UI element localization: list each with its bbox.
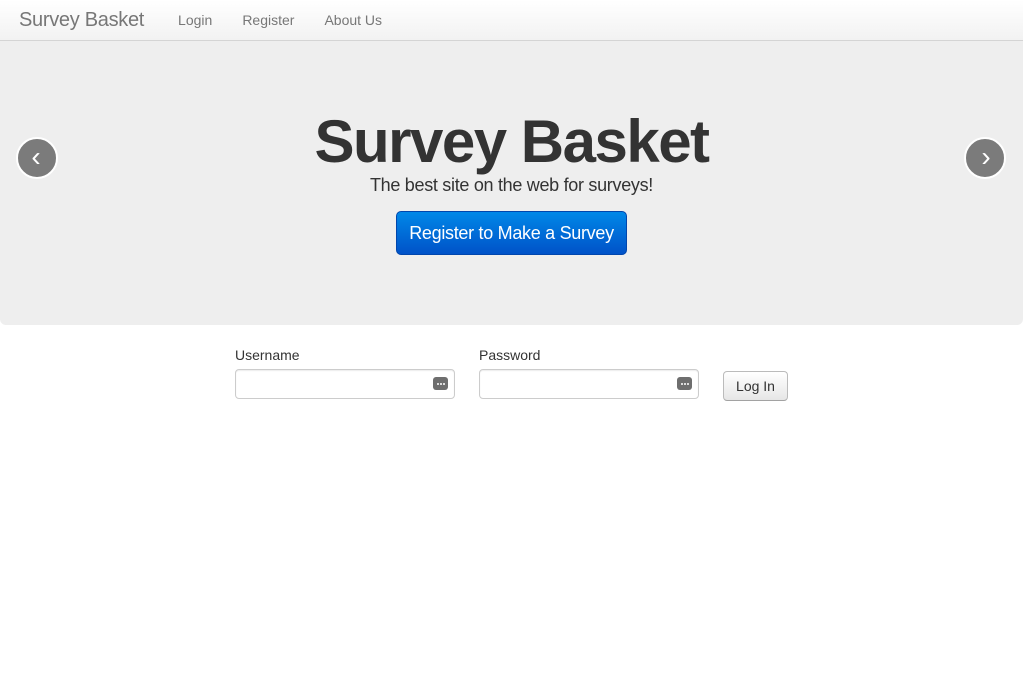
brand-link[interactable]: Survey Basket xyxy=(19,9,144,32)
username-input[interactable] xyxy=(236,370,454,398)
keychain-icon[interactable] xyxy=(677,377,692,390)
nav-link-register[interactable]: Register xyxy=(227,12,309,28)
nav-link-about-us[interactable]: About Us xyxy=(309,12,397,28)
nav-links: Login Register About Us xyxy=(163,12,397,28)
password-label: Password xyxy=(479,347,541,363)
password-field-group: Password xyxy=(479,347,699,399)
login-button[interactable]: Log In xyxy=(723,371,788,401)
nav-link-login[interactable]: Login xyxy=(163,12,227,28)
carousel-next-button[interactable]: › xyxy=(964,137,1006,179)
navbar: Survey Basket Login Register About Us xyxy=(0,0,1023,41)
chevron-right-icon: › xyxy=(981,140,991,172)
username-field-group: Username xyxy=(235,347,455,399)
hero-subtitle: The best site on the web for surveys! xyxy=(369,175,654,195)
hero-title: Survey Basket xyxy=(314,108,710,175)
password-input-wrapper xyxy=(479,369,699,399)
password-input[interactable] xyxy=(480,370,698,398)
register-survey-button[interactable]: Register to Make a Survey xyxy=(396,211,627,255)
username-input-wrapper xyxy=(235,369,455,399)
username-label: Username xyxy=(235,347,300,363)
hero-carousel: ‹ Survey Basket The best site on the web… xyxy=(0,41,1023,325)
keychain-icon[interactable] xyxy=(433,377,448,390)
